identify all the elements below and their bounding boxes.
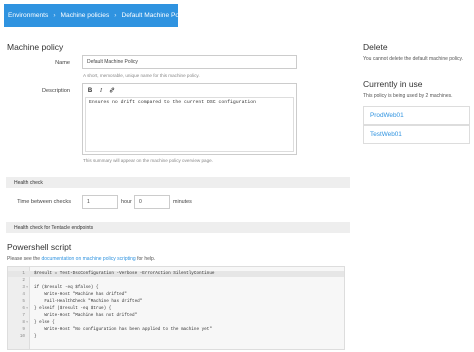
hours-unit: hour	[121, 199, 132, 205]
hours-input[interactable]: 1	[82, 195, 118, 209]
line-number: 2	[22, 278, 25, 283]
section-title-machine-policy: Machine policy	[7, 42, 64, 52]
line-number: 4	[22, 292, 25, 297]
machine-card-testweb01[interactable]: TestWeb01	[363, 125, 470, 144]
code-line: 9 Write-Host "No configuration has been …	[8, 327, 344, 333]
code-text: } elseif ($result -eq $true) {	[34, 306, 112, 311]
link-icon[interactable]	[108, 87, 116, 95]
fold-toggle-icon[interactable]: ▾	[26, 306, 30, 312]
code-line: 3 ▾ if ($result -eq $false) {	[8, 285, 344, 291]
editor-toolbar: B I	[83, 84, 296, 97]
code-text: Write-Host "No configuration has been ap…	[34, 327, 212, 332]
powershell-script-title: Powershell script	[7, 242, 72, 252]
code-text: } else {	[34, 320, 55, 325]
breadcrumb-bar: Environments › Machine policies › Defaul…	[0, 0, 474, 31]
name-input[interactable]: Default Machine Policy	[82, 55, 297, 69]
breadcrumb-machine-policies[interactable]: Machine policies	[61, 12, 110, 19]
line-number: 8	[22, 320, 25, 325]
line-number: 5	[22, 299, 25, 304]
code-line: 2	[8, 278, 344, 284]
code-text: $result = Test-DscConfiguration -Verbose…	[34, 271, 215, 276]
code-line: 10}	[8, 334, 344, 340]
minutes-input[interactable]: 0	[134, 195, 170, 209]
line-number: 9	[22, 327, 25, 332]
code-line: 8 ▾ } else {	[8, 320, 344, 326]
currently-in-use-title: Currently in use	[363, 79, 423, 89]
description-textarea[interactable]: Ensures no drift compared to the current…	[85, 97, 294, 152]
time-between-checks-label: Time between checks	[17, 199, 71, 205]
description-label: Description	[42, 88, 70, 94]
code-line: 6 ▾ } elseif ($result -eq $true) {	[8, 306, 344, 312]
code-text: Fail-HealthCheck "Machine has drifted"	[34, 299, 143, 304]
line-number: 7	[22, 313, 25, 318]
fold-toggle-icon[interactable]: ▾	[26, 285, 30, 291]
powershell-intro-suffix: for help.	[137, 256, 156, 262]
code-text: }	[34, 334, 37, 339]
breadcrumb-separator: ›	[53, 12, 56, 19]
line-number: 6	[22, 306, 25, 311]
code-line: 5 Fail-HealthCheck "Machine has drifted"	[8, 299, 344, 305]
currently-in-use-text: This policy is being used by 2 machines.	[363, 93, 453, 99]
bold-button[interactable]: B	[86, 88, 94, 94]
line-number: 1	[22, 271, 25, 276]
line-number: 10	[19, 334, 25, 339]
code-line: 1 $result = Test-DscConfiguration -Verbos…	[8, 271, 344, 277]
breadcrumb-environments[interactable]: Environments	[8, 12, 48, 19]
delete-text: You cannot delete the default machine po…	[363, 56, 464, 62]
minutes-unit: minutes	[173, 199, 192, 205]
breadcrumb: Environments › Machine policies › Defaul…	[4, 4, 189, 27]
powershell-code-editor[interactable]: 1 $result = Test-DscConfiguration -Verbos…	[7, 266, 345, 350]
code-text: if ($result -eq $false) {	[34, 285, 99, 290]
code-line: 4 Write-Host "Machine has drifted"	[8, 292, 344, 298]
code-text: Write-Host "Machine has not drifted"	[34, 313, 138, 318]
machine-card-prodweb01[interactable]: ProdWeb01	[363, 106, 470, 125]
powershell-intro: Please see the documentation on machine …	[7, 256, 155, 262]
delete-title: Delete	[363, 42, 388, 52]
health-check-section-bar: Health check	[6, 177, 350, 188]
code-line: 7 Write-Host "Machine has not drifted"	[8, 313, 344, 319]
name-label: Name	[55, 60, 70, 66]
line-number: 3	[22, 285, 25, 290]
italic-button[interactable]: I	[97, 88, 105, 94]
description-hint: This summary will appear on the machine …	[83, 158, 213, 163]
powershell-intro-text: Please see the	[7, 256, 41, 262]
description-editor: B I Ensures no drift compared to the cur…	[82, 83, 297, 155]
tentacle-endpoints-section-bar[interactable]: Health check for Tentacle endpoints	[6, 222, 350, 233]
breadcrumb-separator: ›	[114, 12, 117, 19]
name-hint: A short, memorable, unique name for this…	[83, 73, 200, 78]
fold-toggle-icon[interactable]: ▾	[26, 320, 30, 326]
scripting-documentation-link[interactable]: documentation on machine policy scriptin…	[41, 256, 135, 262]
breadcrumb-current-policy: Default Machine Policy	[121, 12, 189, 19]
code-text: Write-Host "Machine has drifted"	[34, 292, 127, 297]
